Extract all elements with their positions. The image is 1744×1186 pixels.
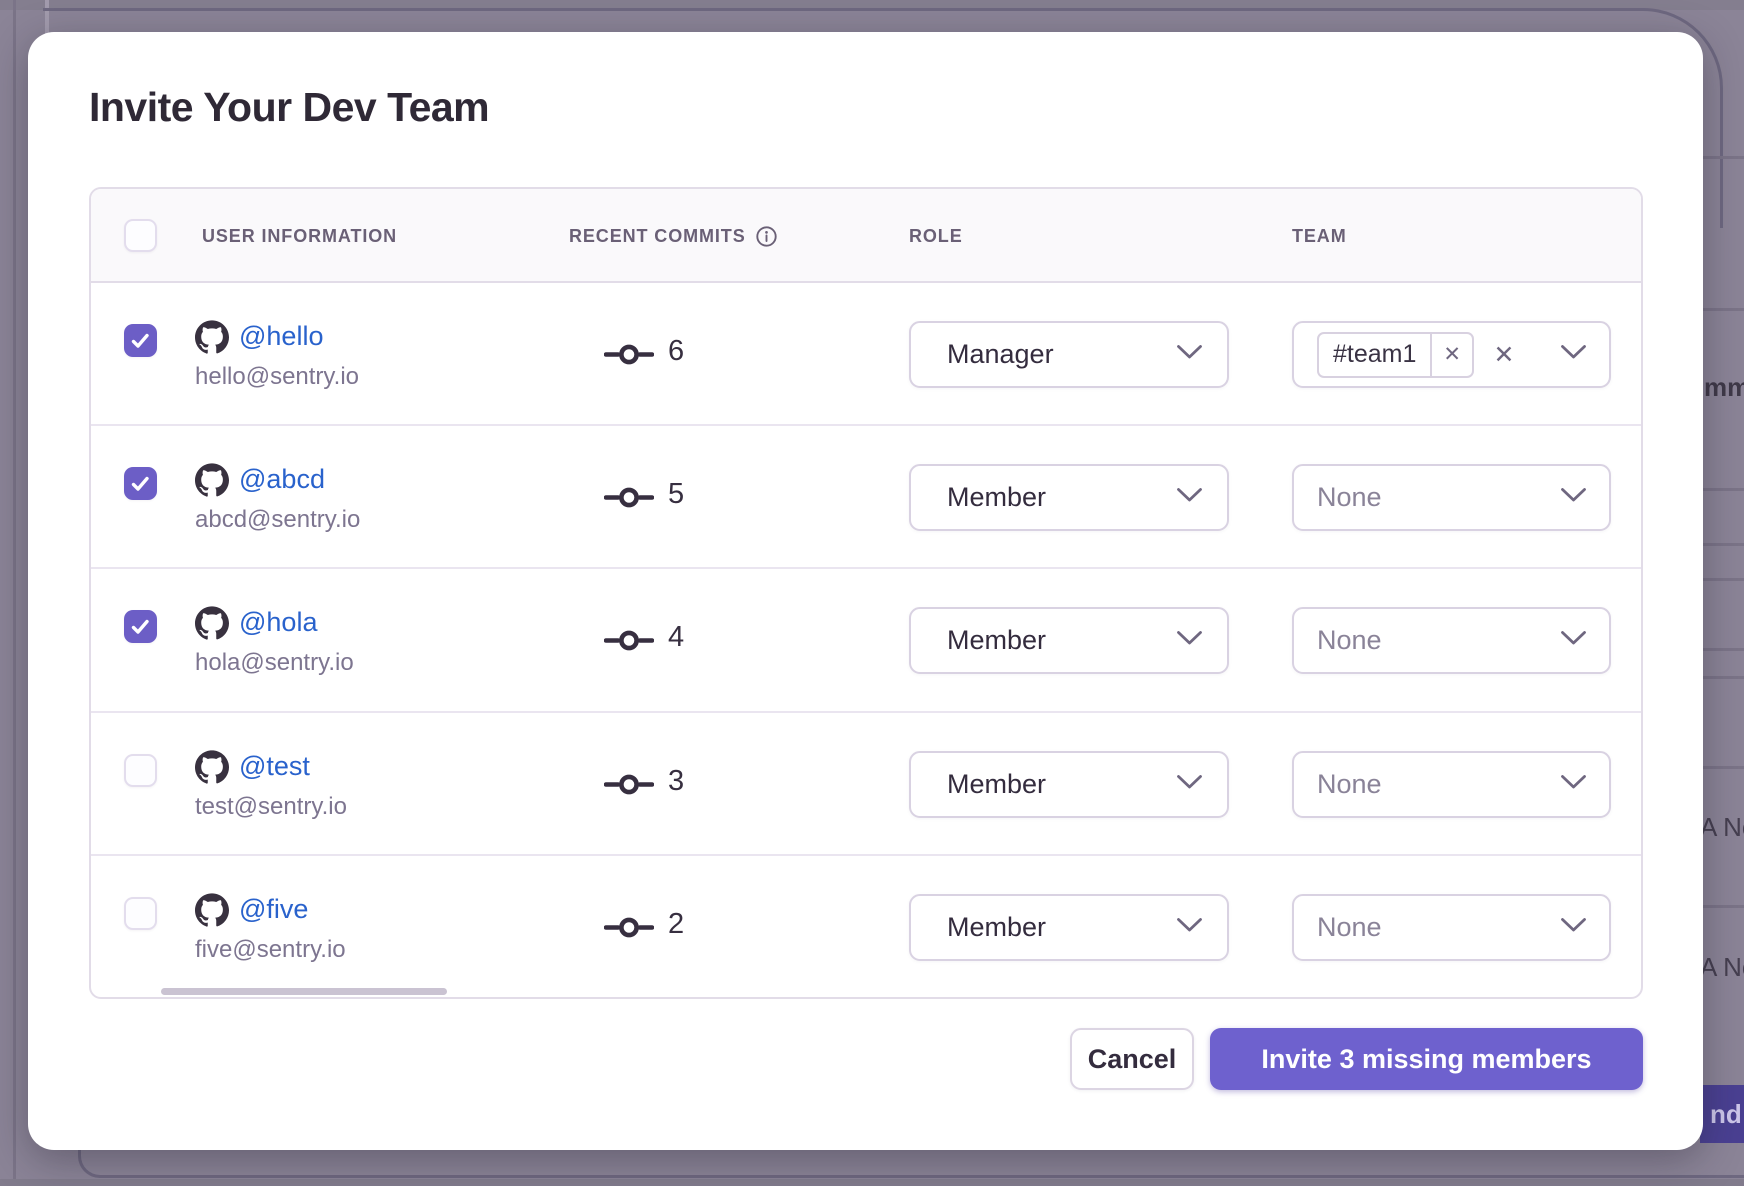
clear-selection-icon[interactable]: ✕ (1494, 340, 1515, 370)
github-username-link[interactable]: @abcd (239, 464, 325, 495)
table-row: @abcd abcd@sentry.io 5 Member None (91, 426, 1641, 569)
commit-icon (604, 914, 654, 946)
github-username-link[interactable]: @hola (239, 607, 317, 638)
background-clipped-text: mmit (1704, 372, 1744, 403)
commit-count: 5 (668, 478, 684, 511)
commit-count: 6 (668, 335, 684, 368)
team-select[interactable]: None (1292, 464, 1611, 531)
background-clipped-text: A No (1700, 952, 1744, 983)
role-select-value: Member (947, 912, 1176, 943)
column-header-role: ROLE (909, 189, 963, 283)
user-email: hola@sentry.io (195, 649, 354, 677)
table-row: @hola hola@sentry.io 4 Member None (91, 569, 1641, 712)
select-all-checkbox[interactable] (124, 219, 157, 252)
row-checkbox[interactable] (124, 897, 157, 930)
row-checkbox[interactable] (124, 610, 157, 643)
user-email: abcd@sentry.io (195, 506, 360, 534)
chevron-down-icon (1176, 917, 1203, 938)
chevron-down-icon (1176, 774, 1203, 795)
column-header-recent-commits: RECENT COMMITS (569, 189, 778, 283)
table-row: @hello hello@sentry.io 6 Manager #team1 … (91, 283, 1641, 426)
recent-commits-label: RECENT COMMITS (569, 226, 746, 247)
role-select[interactable]: Member (909, 607, 1229, 674)
background-row-divider (1700, 766, 1744, 769)
row-checkbox[interactable] (124, 754, 157, 787)
team-select[interactable]: #team1 ✕ ✕ (1292, 321, 1611, 388)
background-row-divider (1700, 488, 1744, 491)
team-select[interactable]: None (1292, 894, 1611, 961)
invite-members-table: USER INFORMATION RECENT COMMITS ROLE TEA… (89, 187, 1643, 999)
github-icon (195, 606, 229, 640)
github-username-link[interactable]: @five (239, 894, 308, 925)
column-header-user-information: USER INFORMATION (202, 189, 397, 283)
row-checkbox[interactable] (124, 324, 157, 357)
chevron-down-icon (1560, 917, 1587, 938)
role-select-value: Member (947, 769, 1176, 800)
team-chip: #team1 ✕ (1317, 332, 1474, 378)
chevron-down-icon (1176, 487, 1203, 508)
remove-team-icon[interactable]: ✕ (1430, 334, 1472, 376)
invite-missing-members-button[interactable]: Invite 3 missing members (1210, 1028, 1643, 1090)
team-select-value: None (1317, 769, 1560, 800)
background-row-divider (1700, 578, 1744, 581)
role-select[interactable]: Member (909, 751, 1229, 818)
team-select[interactable]: None (1292, 751, 1611, 818)
team-select[interactable]: None (1292, 607, 1611, 674)
background-row-divider (1700, 648, 1744, 651)
user-email: hello@sentry.io (195, 363, 359, 391)
row-checkbox[interactable] (124, 467, 157, 500)
team-select-value: None (1317, 482, 1560, 513)
chevron-down-icon (1560, 774, 1587, 795)
github-icon (195, 893, 229, 927)
role-select-value: Member (947, 625, 1176, 656)
role-select[interactable]: Member (909, 464, 1229, 531)
user-email: test@sentry.io (195, 793, 347, 821)
github-icon (195, 463, 229, 497)
background-row-divider (1700, 676, 1744, 679)
column-header-team: TEAM (1292, 189, 1347, 283)
commit-icon (604, 627, 654, 659)
github-username-link[interactable]: @hello (239, 321, 323, 352)
role-select-value: Manager (947, 339, 1176, 370)
chevron-down-icon (1176, 344, 1203, 365)
chevron-down-icon (1176, 630, 1203, 651)
chevron-down-icon (1560, 344, 1587, 365)
commit-icon (604, 771, 654, 803)
chevron-down-icon (1560, 630, 1587, 651)
user-email: five@sentry.io (195, 936, 346, 964)
background-row-divider (1700, 308, 1744, 311)
commit-count: 3 (668, 765, 684, 798)
github-icon (195, 750, 229, 784)
commit-icon (604, 341, 654, 373)
info-icon[interactable] (755, 225, 778, 248)
background-row-divider (1700, 543, 1744, 546)
commit-count: 4 (668, 621, 684, 654)
table-row: @test test@sentry.io 3 Member None (91, 713, 1641, 856)
table-row: @five five@sentry.io 2 Member None (91, 856, 1641, 999)
github-username-link[interactable]: @test (239, 751, 310, 782)
role-select[interactable]: Member (909, 894, 1229, 961)
role-select-value: Member (947, 482, 1176, 513)
modal-title: Invite Your Dev Team (89, 84, 489, 131)
commit-icon (604, 484, 654, 516)
cancel-button[interactable]: Cancel (1070, 1028, 1194, 1090)
invite-dev-team-modal: Invite Your Dev Team USER INFORMATION RE… (28, 32, 1703, 1150)
screen: mmit A No A No nd Invite Your Dev Team U… (0, 0, 1744, 1186)
background-page-edge (13, 0, 16, 1186)
commit-count: 2 (668, 908, 684, 941)
role-select[interactable]: Manager (909, 321, 1229, 388)
background-clipped-text: A No (1700, 812, 1744, 843)
table-header-row: USER INFORMATION RECENT COMMITS ROLE TEA… (91, 189, 1641, 283)
horizontal-scrollbar-thumb[interactable] (161, 988, 447, 995)
team-select-value: None (1317, 625, 1560, 656)
team-select-value: None (1317, 912, 1560, 943)
github-icon (195, 320, 229, 354)
team-chip-label: #team1 (1319, 340, 1430, 369)
background-row-divider (1700, 156, 1744, 159)
background-row-divider (1700, 905, 1744, 908)
chevron-down-icon (1560, 487, 1587, 508)
background-bottom-band (0, 1179, 1744, 1186)
